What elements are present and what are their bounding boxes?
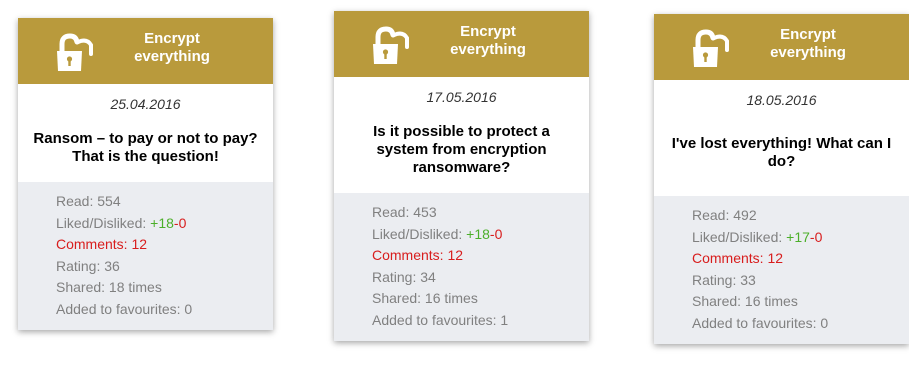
shared-count: Shared: 18 times bbox=[56, 279, 162, 296]
padlock-icon bbox=[57, 33, 93, 71]
brand-line-2: everything bbox=[770, 44, 846, 61]
padlock-icon bbox=[373, 26, 409, 64]
article-title[interactable]: Ransom – to pay or not to pay? That is t… bbox=[18, 114, 273, 182]
card-header: Encrypt everything bbox=[334, 11, 589, 77]
comments-count[interactable]: Comments: 12 bbox=[56, 234, 273, 256]
brand-line-1: Encrypt bbox=[460, 23, 516, 40]
brand-title: Encrypt everything bbox=[754, 26, 862, 62]
shared-count: Shared: 16 times bbox=[372, 290, 478, 307]
liked-disliked-label: Liked/Disliked: bbox=[56, 214, 147, 231]
liked-count: +18 bbox=[466, 225, 490, 242]
card-body: 17.05.2016 Is it possible to protect a s… bbox=[334, 77, 589, 193]
disliked-count: -0 bbox=[489, 225, 503, 242]
disliked-count: -0 bbox=[809, 228, 823, 245]
favourites-count: Added to favourites: 0 bbox=[692, 314, 829, 331]
article-stats: Read: 554 Liked/Disliked: +18-0 Comments… bbox=[18, 182, 273, 330]
card-header: Encrypt everything bbox=[654, 14, 909, 80]
liked-count: +17 bbox=[786, 228, 810, 245]
rating: Rating: 33 bbox=[692, 271, 756, 288]
brand-title: Encrypt everything bbox=[118, 30, 226, 66]
comments-count[interactable]: Comments: 12 bbox=[372, 245, 589, 267]
liked-disliked: Liked/Disliked: +18-0 bbox=[372, 224, 589, 246]
brand-line-2: everything bbox=[134, 48, 210, 65]
article-date: 17.05.2016 bbox=[426, 89, 497, 105]
read-count: Read: 453 bbox=[372, 204, 437, 220]
article-card[interactable]: Encrypt everything 25.04.2016 Ransom – t… bbox=[18, 18, 273, 330]
brand-line-2: everything bbox=[450, 41, 526, 58]
padlock-icon bbox=[693, 29, 729, 67]
comments-count[interactable]: Comments: 12 bbox=[692, 248, 909, 270]
liked-count: +18 bbox=[150, 214, 174, 231]
liked-disliked-label: Liked/Disliked: bbox=[372, 225, 463, 242]
brand-line-1: Encrypt bbox=[780, 26, 836, 43]
article-stats: Read: 492 Liked/Disliked: +17-0 Comments… bbox=[654, 196, 909, 344]
card-body: 18.05.2016 I've lost everything! What ca… bbox=[654, 80, 909, 196]
liked-disliked: Liked/Disliked: +17-0 bbox=[692, 227, 909, 249]
read-count: Read: 492 bbox=[692, 207, 757, 223]
brand-title: Encrypt everything bbox=[434, 23, 542, 59]
card-header: Encrypt everything bbox=[18, 18, 273, 84]
article-stats: Read: 453 Liked/Disliked: +18-0 Comments… bbox=[334, 193, 589, 341]
article-date: 18.05.2016 bbox=[746, 92, 817, 108]
rating: Rating: 36 bbox=[56, 257, 120, 274]
article-card[interactable]: Encrypt everything 17.05.2016 Is it poss… bbox=[334, 11, 589, 341]
read-count: Read: 554 bbox=[56, 193, 121, 209]
shared-count: Shared: 16 times bbox=[692, 293, 798, 310]
card-body: 25.04.2016 Ransom – to pay or not to pay… bbox=[18, 84, 273, 182]
favourites-count: Added to favourites: 1 bbox=[372, 311, 509, 328]
favourites-count: Added to favourites: 0 bbox=[56, 300, 193, 317]
liked-disliked-label: Liked/Disliked: bbox=[692, 228, 783, 245]
disliked-count: -0 bbox=[173, 214, 187, 231]
rating: Rating: 34 bbox=[372, 268, 436, 285]
article-date: 25.04.2016 bbox=[110, 96, 181, 112]
article-title[interactable]: Is it possible to protect a system from … bbox=[334, 107, 589, 193]
article-title[interactable]: I've lost everything! What can I do? bbox=[654, 110, 909, 196]
liked-disliked: Liked/Disliked: +18-0 bbox=[56, 213, 273, 235]
brand-line-1: Encrypt bbox=[144, 30, 200, 47]
article-card[interactable]: Encrypt everything 18.05.2016 I've lost … bbox=[654, 14, 909, 344]
